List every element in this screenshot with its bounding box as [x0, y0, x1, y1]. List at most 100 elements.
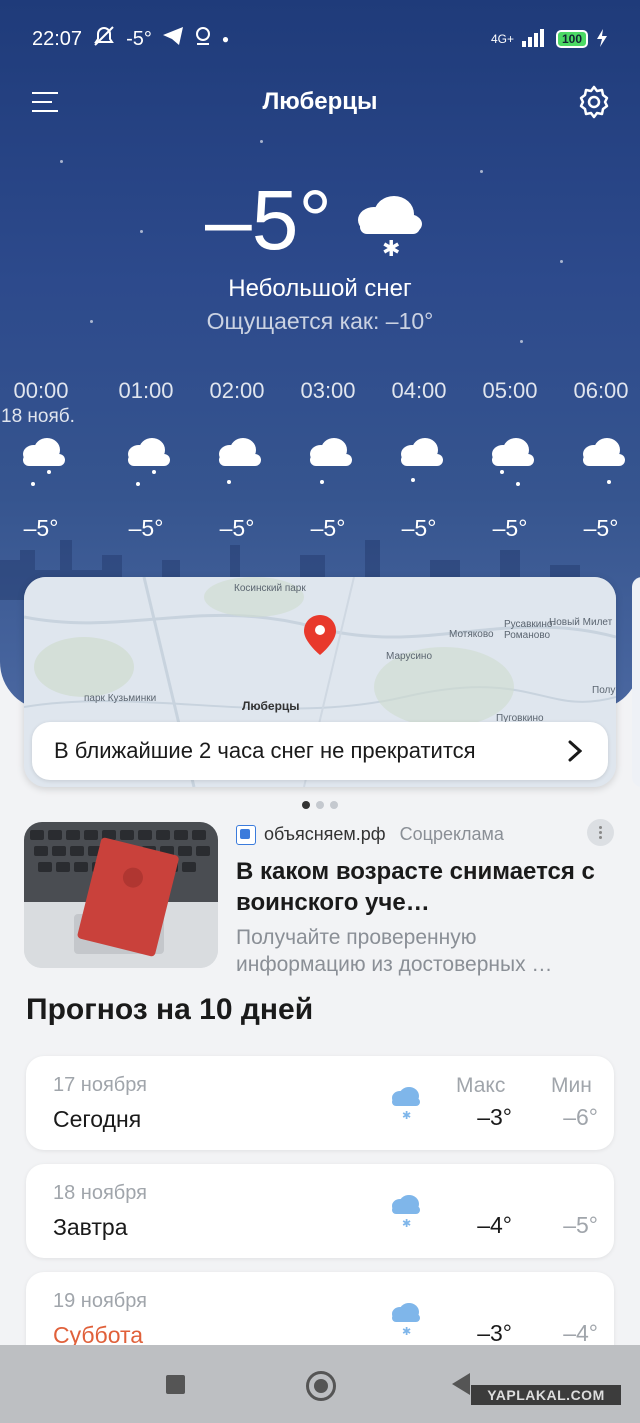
hour-temp: –5°: [310, 515, 346, 541]
ad-source[interactable]: объясняем.рф Соцреклама: [236, 824, 504, 845]
source-logo-icon: [236, 824, 256, 845]
system-nav-bar: [0, 1345, 640, 1423]
dot-icon: ●: [221, 32, 230, 46]
mute-icon: [92, 25, 116, 53]
military-id-photo: [24, 822, 218, 968]
cloud-snow-icon: [583, 438, 625, 484]
svg-text:✱: ✱: [402, 1217, 411, 1228]
map-label: парк Кузьминки: [84, 693, 157, 704]
day-date: 17 ноября: [53, 1074, 147, 1096]
svg-text:✱: ✱: [402, 1325, 411, 1336]
day-date: 19 ноября: [53, 1290, 147, 1312]
day-name: Завтра: [53, 1214, 128, 1240]
hour-item: 04:00 –5°: [379, 378, 459, 541]
map-label: Полуш: [592, 685, 616, 696]
recents-button[interactable]: [166, 1375, 185, 1394]
hour-time: 00:00: [13, 378, 69, 403]
cloud-snow-icon: [23, 438, 65, 486]
condition-text: Небольшой снег: [228, 275, 412, 302]
map-label: Новый Милет: [549, 617, 613, 628]
ad-tag: Соцреклама: [399, 824, 504, 844]
charging-icon: [596, 28, 608, 50]
ad-title[interactable]: В каком возрасте снимается с воинского у…: [236, 856, 606, 918]
max-label: Макс: [456, 1074, 506, 1097]
hour-item: 02:00 –5°: [197, 378, 277, 541]
day-date: 18 ноября: [53, 1182, 147, 1204]
map-label: Мотяково: [449, 629, 494, 640]
carousel-dots: [0, 796, 640, 814]
location-pin-icon: [304, 615, 336, 655]
hour-item: 05:00 –5°: [470, 378, 550, 541]
carousel-dot[interactable]: [302, 801, 310, 809]
back-button[interactable]: [452, 1373, 470, 1395]
day-max: –4°: [477, 1212, 512, 1238]
hour-item: 03:00 –5°: [288, 378, 368, 541]
next-card-peek[interactable]: [632, 577, 640, 787]
day-min: –4°: [563, 1320, 598, 1346]
hour-time: 02:00: [209, 378, 265, 403]
map-city-label: Люберцы: [242, 699, 300, 713]
status-time: 22:07: [32, 27, 83, 50]
hour-temp: –5°: [492, 515, 528, 541]
hourly-forecast[interactable]: 00:00 18 нояб. –5° 01:00 –5° 02:00 –5° 0…: [0, 378, 640, 548]
alice-icon: [194, 26, 212, 52]
forecast-day-card[interactable]: 17 ноября Сегодня ✱ Макс Мин –3° –6°: [26, 1056, 614, 1150]
more-options-icon[interactable]: [587, 819, 614, 846]
cloud-snow-icon: ✱: [392, 1195, 420, 1228]
cloud-snow-icon: ✱: [358, 196, 422, 260]
hour-item: 06:00 –5°: [561, 378, 640, 541]
ad-image[interactable]: [24, 822, 218, 968]
hour-item: 01:00 –5°: [106, 378, 186, 541]
cloud-snow-icon: [310, 438, 352, 484]
status-bar: 22:07 -5° ● 4G+ 100: [32, 24, 608, 54]
day-max: –3°: [477, 1104, 512, 1130]
nowcast-button[interactable]: В ближайшие 2 часа снег не прекратится: [32, 722, 608, 780]
carousel-dot[interactable]: [330, 801, 338, 809]
carousel-dot[interactable]: [316, 801, 324, 809]
forecast-heading: Прогноз на 10 дней: [26, 993, 314, 1026]
ad-source-name: объясняем.рф: [264, 824, 386, 844]
chevron-right-icon: [568, 740, 582, 762]
map-label: Косинский парк: [234, 583, 306, 594]
hour-time: 01:00: [118, 378, 174, 403]
feels-like-text: Ощущается как: –10°: [206, 308, 434, 334]
forecast-day-card[interactable]: 18 ноября Завтра ✱ –4° –5°: [26, 1164, 614, 1258]
hour-date: 18 нояб.: [1, 406, 75, 427]
signal-icon: [521, 28, 548, 50]
day-name: Сегодня: [53, 1106, 142, 1132]
hour-time: 05:00: [482, 378, 538, 403]
battery-indicator: 100: [555, 30, 588, 48]
cloud-snow-icon: [128, 438, 170, 486]
network-label: 4G+: [490, 32, 514, 46]
telegram-icon: [162, 26, 184, 52]
svg-text:✱: ✱: [402, 1109, 411, 1120]
hour-temp: –5°: [23, 515, 59, 541]
ad-text: Получайте проверенную информацию из дост…: [236, 926, 553, 976]
cloud-snow-icon: ✱: [392, 1303, 420, 1336]
watermark: YAPLAKAL.COM: [471, 1385, 621, 1405]
cloud-snow-icon: [492, 438, 534, 486]
map-label: Марусино: [386, 651, 433, 662]
top-bar: Люберцы: [0, 82, 640, 126]
hour-temp: –5°: [219, 515, 255, 541]
day-max: –3°: [477, 1320, 512, 1346]
hour-time: 04:00: [391, 378, 447, 403]
status-temp: -5°: [126, 27, 152, 50]
hour-temp: –5°: [128, 515, 164, 541]
day-min: –5°: [563, 1212, 598, 1238]
hour-temp: –5°: [401, 515, 437, 541]
hour-time: 06:00: [573, 378, 629, 403]
city-title[interactable]: Люберцы: [0, 88, 640, 116]
cloud-snow-icon: [219, 438, 261, 484]
gear-icon[interactable]: [576, 84, 612, 120]
cloud-snow-icon: [401, 438, 443, 482]
current-temperature: –5°: [205, 173, 333, 267]
hour-time: 03:00: [300, 378, 356, 403]
day-min: –6°: [563, 1104, 598, 1130]
cloud-snow-icon: ✱: [392, 1087, 420, 1120]
hour-item: 00:00 18 нояб. –5°: [1, 378, 81, 541]
nowcast-text: В ближайшие 2 часа снег не прекратится: [54, 738, 476, 763]
svg-text:✱: ✱: [382, 237, 400, 260]
home-button[interactable]: [306, 1371, 336, 1401]
hour-temp: –5°: [583, 515, 619, 541]
